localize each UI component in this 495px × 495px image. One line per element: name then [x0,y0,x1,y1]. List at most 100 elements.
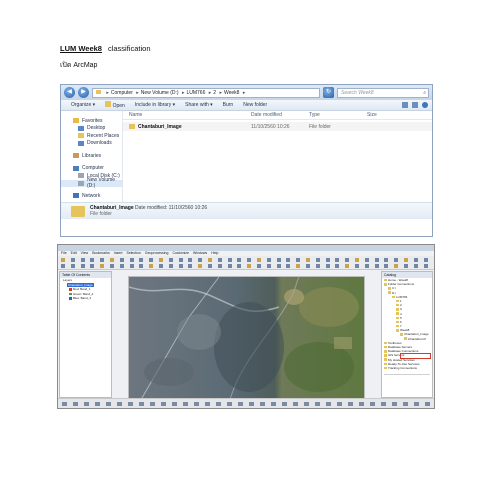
toolbar-tool-icon[interactable] [208,258,212,262]
burn-button[interactable]: Burn [223,102,234,108]
taskbar-icon[interactable] [95,402,100,406]
toolbar-tool-icon[interactable] [345,264,350,268]
toolbar-tool-icon[interactable] [178,264,183,268]
toolbar-tool-icon[interactable] [355,264,359,268]
taskbar-icon[interactable] [205,402,210,406]
toolbar-tool-icon[interactable] [70,264,75,268]
crumb-2[interactable]: 2 [213,90,216,96]
toolbar-tool-icon[interactable] [188,258,193,262]
taskbar-icon[interactable] [216,402,221,406]
toolbar-tool-icon[interactable] [384,258,389,262]
toolbar-tool-icon[interactable] [296,264,301,268]
taskbar-icon[interactable] [172,402,177,406]
toolbar-tool-icon[interactable] [423,258,428,262]
search-input[interactable]: Search Week8 ⌕ [337,87,429,98]
toolbar-tool-icon[interactable] [276,264,281,268]
map-display[interactable] [128,276,365,404]
address-field[interactable]: ▸ Computer ▸ New Volume (D:) ▸ LUM766 ▸ 2 ▸ W… [92,87,320,98]
toolbar-tool-icon[interactable] [315,264,320,268]
toolbar-tool-icon[interactable] [198,264,203,268]
toolbar-tool-icon[interactable] [364,258,369,262]
taskbar-icon[interactable] [326,402,331,406]
taskbar-icon[interactable] [403,402,408,406]
toolbar-tool-icon[interactable] [247,258,252,262]
catalog-item[interactable]: Tracking Connections [382,366,432,370]
taskbar-icon[interactable] [117,402,122,406]
taskbar-icon[interactable] [161,402,166,406]
toolbar-tool-icon[interactable] [286,258,291,262]
toolbar-tool-icon[interactable] [266,258,271,262]
open-button[interactable]: Open [105,101,125,109]
taskbar-icon[interactable] [315,402,320,406]
toolbar-tool-icon[interactable] [404,264,408,268]
toolbar-tool-icon[interactable] [423,264,428,268]
help-icon[interactable] [422,102,428,108]
toolbar-tool-icon[interactable] [335,258,340,262]
toolbar-tool-icon[interactable] [149,264,154,268]
toolbar-tool-icon[interactable] [345,258,350,262]
toolbar-tool-icon[interactable] [394,264,399,268]
refresh-icon[interactable]: ↻ [323,87,334,98]
toolbar-tool-icon[interactable] [139,264,144,268]
toolbar-tool-icon[interactable] [335,264,340,268]
toolbar-tool-icon[interactable] [80,258,85,262]
taskbar-icon[interactable] [425,402,430,406]
taskbar-icon[interactable] [73,402,78,406]
toolbar-tool-icon[interactable] [325,258,330,262]
taskbar-icon[interactable] [337,402,342,406]
toolbar-tool-icon[interactable] [355,258,359,262]
toolbar-tool-icon[interactable] [227,264,232,268]
toolbar-tool-icon[interactable] [110,258,114,262]
share-with-button[interactable]: Share with ▾ [185,102,213,108]
toolbar-tool-icon[interactable] [119,264,124,268]
taskbar-icon[interactable] [282,402,287,406]
include-library-button[interactable]: Include in library ▾ [135,102,175,108]
taskbar-icon[interactable] [106,402,111,406]
toolbar-tool-icon[interactable] [119,258,124,262]
toolbar-tool-icon[interactable] [227,258,232,262]
toolbar-tool-icon[interactable] [384,264,389,268]
toolbar-tool-icon[interactable] [394,258,399,262]
taskbar-icon[interactable] [348,402,353,406]
toolbar-tool-icon[interactable] [257,264,261,268]
toolbar-tool-icon[interactable] [168,258,173,262]
taskbar-icon[interactable] [128,402,133,406]
taskbar-icon[interactable] [194,402,199,406]
toolbar-tool-icon[interactable] [100,258,105,262]
toolbar-tool-icon[interactable] [237,264,242,268]
toolbar-tool-icon[interactable] [404,258,408,262]
nav-desktop[interactable]: Desktop [61,125,122,133]
toolbar-tool-icon[interactable] [413,264,418,268]
taskbar-icon[interactable] [84,402,89,406]
taskbar-icon[interactable] [249,402,254,406]
taskbar-icon[interactable] [271,402,276,406]
toolbar-tool-icon[interactable] [374,258,379,262]
toolbar-tool-icon[interactable] [286,264,291,268]
nav-computer[interactable]: Computer [61,165,122,173]
toolbar-tool-icon[interactable] [247,264,252,268]
toolbar-tool-icon[interactable] [315,258,320,262]
nav-network[interactable]: Network [61,192,122,200]
taskbar-icon[interactable] [238,402,243,406]
toolbar-tool-icon[interactable] [159,264,163,268]
taskbar-icon[interactable] [62,402,67,406]
toolbar-tool-icon[interactable] [296,258,301,262]
toolbar-tool-icon[interactable] [325,264,330,268]
nav-new-volume[interactable]: New Volume (D:) [61,177,122,189]
preview-pane-icon[interactable] [412,102,418,108]
toolbar-tool-icon[interactable] [129,258,134,262]
toolbar-tool-icon[interactable] [374,264,379,268]
column-date-modified[interactable]: Date modified [245,112,303,118]
toolbar-tool-icon[interactable] [198,258,203,262]
crumb-lum766[interactable]: LUM766 [186,90,205,96]
nav-libraries[interactable]: Libraries [61,152,122,160]
toolbar-tool-icon[interactable] [90,264,95,268]
taskbar-icon[interactable] [414,402,419,406]
toolbar-tool-icon[interactable] [306,264,310,268]
column-name[interactable]: Name [123,112,245,118]
back-icon[interactable]: ◀ [64,87,75,98]
toolbar-tool-icon[interactable] [159,258,163,262]
toolbar-tool-icon[interactable] [188,264,193,268]
taskbar-icon[interactable] [260,402,265,406]
taskbar-icon[interactable] [304,402,309,406]
